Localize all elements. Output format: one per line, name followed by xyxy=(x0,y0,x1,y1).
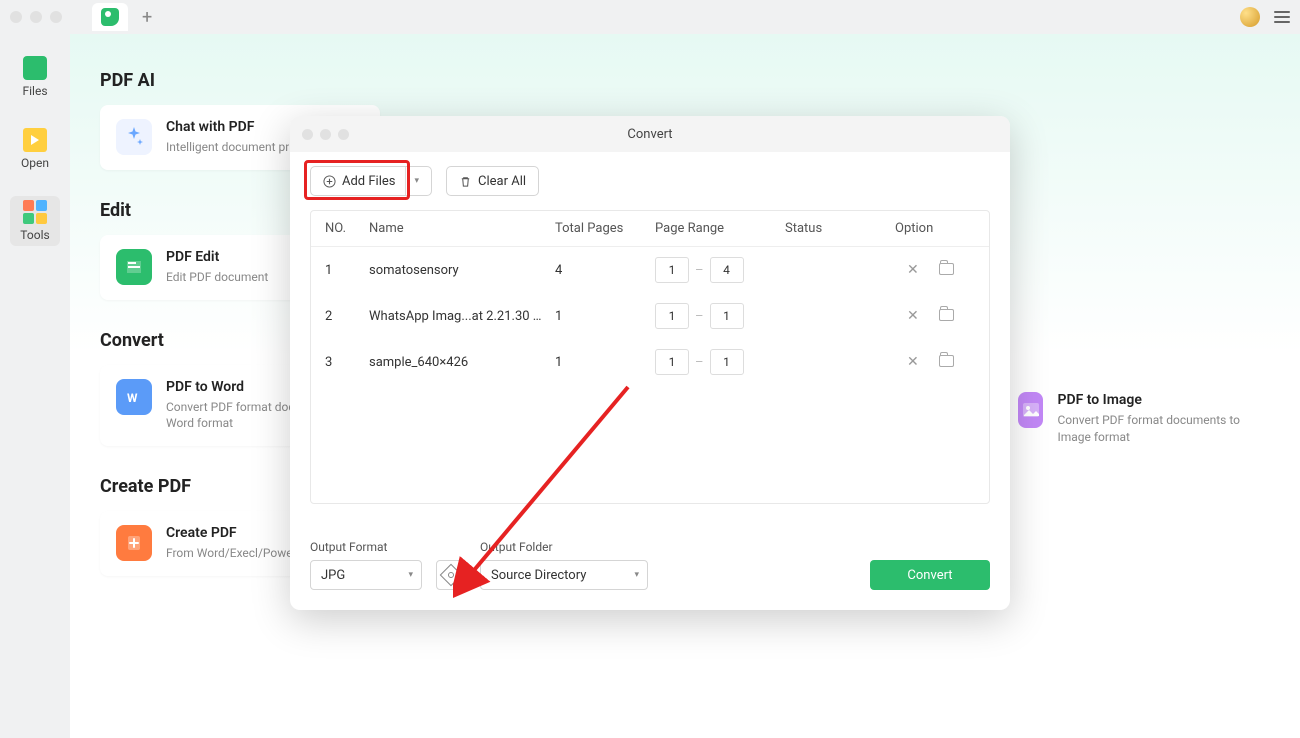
col-header-option: Option xyxy=(885,221,975,236)
modal-traffic-lights[interactable] xyxy=(302,129,349,140)
sidebar-item-label: Open xyxy=(21,156,49,170)
create-pdf-icon xyxy=(116,525,152,561)
files-icon xyxy=(23,56,47,80)
card-pdf-to-image[interactable]: PDF to Image Convert PDF format document… xyxy=(1002,378,1256,460)
tools-icon xyxy=(23,200,47,224)
cell-range: – xyxy=(655,257,785,283)
sidebar-item-label: Files xyxy=(22,84,47,98)
page-to-input[interactable] xyxy=(710,257,744,283)
new-tab-button[interactable]: + xyxy=(136,7,158,28)
sidebar-item-tools[interactable]: Tools xyxy=(10,196,60,246)
app-logo-icon xyxy=(101,8,119,26)
table-row: 2WhatsApp Imag...at 2.21.30 PM1– xyxy=(311,293,989,339)
remove-row-icon[interactable] xyxy=(907,308,919,324)
app-tab[interactable] xyxy=(92,3,128,31)
page-to-input[interactable] xyxy=(710,303,744,329)
table-row: 3sample_640×4261– xyxy=(311,339,989,385)
output-format-label: Output Format xyxy=(310,540,422,554)
sidebar: Files Open Tools xyxy=(0,34,70,738)
output-folder-select[interactable]: Source Directory ▾ xyxy=(480,560,648,590)
window-traffic-lights[interactable] xyxy=(10,11,62,23)
svg-text:W: W xyxy=(127,391,138,405)
page-to-input[interactable] xyxy=(710,349,744,375)
section-heading-pdf-ai: PDF AI xyxy=(100,70,1270,91)
table-row: 1somatosensory4– xyxy=(311,247,989,293)
cell-pages: 1 xyxy=(555,355,655,370)
hamburger-menu-icon[interactable] xyxy=(1274,11,1290,23)
trash-icon xyxy=(459,175,472,188)
convert-modal: Convert Add Files ▾ Clear All NO. Name T… xyxy=(290,116,1010,610)
remove-row-icon[interactable] xyxy=(907,262,919,278)
cell-option xyxy=(885,354,975,370)
open-folder-icon[interactable] xyxy=(939,355,954,367)
card-title: Chat with PDF xyxy=(166,119,289,135)
sparkle-icon xyxy=(116,119,152,155)
format-settings-button[interactable] xyxy=(436,560,466,590)
cell-option xyxy=(885,308,975,324)
cell-name: sample_640×426 xyxy=(369,355,555,370)
card-title: PDF Edit xyxy=(166,249,268,265)
cell-pages: 4 xyxy=(555,263,655,278)
output-format-select[interactable]: JPG ▾ xyxy=(310,560,422,590)
cell-name: somatosensory xyxy=(369,263,555,278)
cell-no: 2 xyxy=(325,309,369,324)
cell-no: 3 xyxy=(325,355,369,370)
remove-row-icon[interactable] xyxy=(907,354,919,370)
sidebar-item-files[interactable]: Files xyxy=(10,52,60,102)
add-files-button[interactable]: Add Files ▾ xyxy=(310,166,432,196)
col-header-status: Status xyxy=(785,221,885,236)
modal-titlebar: Convert xyxy=(290,116,1010,152)
clear-all-label: Clear All xyxy=(478,174,526,189)
modal-title-text: Convert xyxy=(627,127,672,142)
convert-button[interactable]: Convert xyxy=(870,560,990,590)
card-desc: Edit PDF document xyxy=(166,269,268,286)
sidebar-item-open[interactable]: Open xyxy=(10,124,60,174)
cell-no: 1 xyxy=(325,263,369,278)
output-folder-value: Source Directory xyxy=(491,568,586,583)
sidebar-item-label: Tools xyxy=(20,228,49,242)
col-header-no: NO. xyxy=(325,221,369,236)
image-icon xyxy=(1018,392,1043,428)
pdf-edit-icon xyxy=(116,249,152,285)
table-body: 1somatosensory4–2WhatsApp Imag...at 2.21… xyxy=(311,247,989,385)
col-header-pages: Total Pages xyxy=(555,221,655,236)
col-header-range: Page Range xyxy=(655,221,785,236)
file-table: NO. Name Total Pages Page Range Status O… xyxy=(310,210,990,504)
cell-option xyxy=(885,262,975,278)
page-from-input[interactable] xyxy=(655,349,689,375)
card-desc: Convert PDF format documents to Image fo… xyxy=(1057,412,1240,446)
table-header: NO. Name Total Pages Page Range Status O… xyxy=(311,211,989,247)
window-titlebar: + xyxy=(0,0,1300,34)
cell-range: – xyxy=(655,349,785,375)
page-from-input[interactable] xyxy=(655,303,689,329)
cell-name: WhatsApp Imag...at 2.21.30 PM xyxy=(369,309,555,324)
open-folder-icon[interactable] xyxy=(939,309,954,321)
word-icon: W xyxy=(116,379,152,415)
card-title: PDF to Image xyxy=(1057,392,1240,408)
chevron-down-icon: ▾ xyxy=(408,570,413,580)
chevron-down-icon: ▾ xyxy=(405,167,419,195)
cell-pages: 1 xyxy=(555,309,655,324)
card-title: Create PDF xyxy=(166,525,297,541)
page-from-input[interactable] xyxy=(655,257,689,283)
card-desc: From Word/Execl/Power xyxy=(166,545,297,562)
modal-footer: Output Format JPG ▾ Output Folder Source… xyxy=(290,526,1010,610)
user-avatar[interactable] xyxy=(1240,7,1260,27)
add-files-label: Add Files xyxy=(342,174,395,189)
cell-range: – xyxy=(655,303,785,329)
output-folder-label: Output Folder xyxy=(480,540,648,554)
open-icon xyxy=(23,128,47,152)
open-folder-icon[interactable] xyxy=(939,263,954,275)
modal-toolbar: Add Files ▾ Clear All xyxy=(290,152,1010,210)
card-desc: Intelligent document pr xyxy=(166,139,289,156)
clear-all-button[interactable]: Clear All xyxy=(446,166,539,196)
col-header-name: Name xyxy=(369,221,555,236)
plus-circle-icon xyxy=(323,175,336,188)
output-format-value: JPG xyxy=(321,568,345,583)
chevron-down-icon: ▾ xyxy=(634,570,639,580)
